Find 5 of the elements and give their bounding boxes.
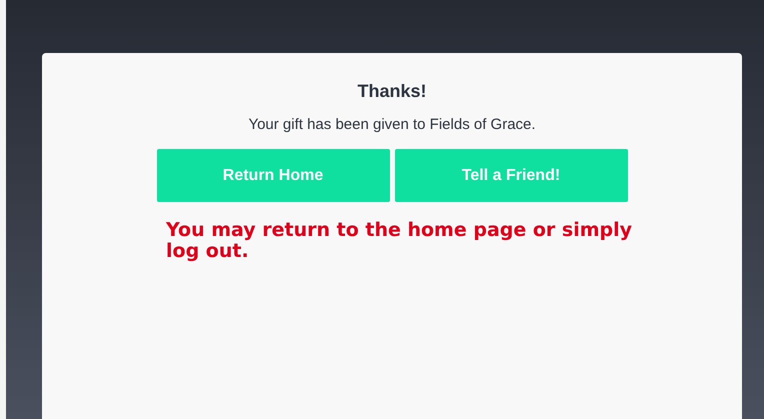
return-home-button[interactable]: Return Home — [156, 149, 390, 202]
thanks-title: Thanks! — [357, 80, 426, 103]
logout-note: You may return to the home page or simply log out. — [166, 220, 634, 262]
tell-friend-button[interactable]: Tell a Friend! — [394, 149, 628, 202]
confirmation-message: Your gift has been given to Fields of Grace. — [248, 115, 536, 135]
